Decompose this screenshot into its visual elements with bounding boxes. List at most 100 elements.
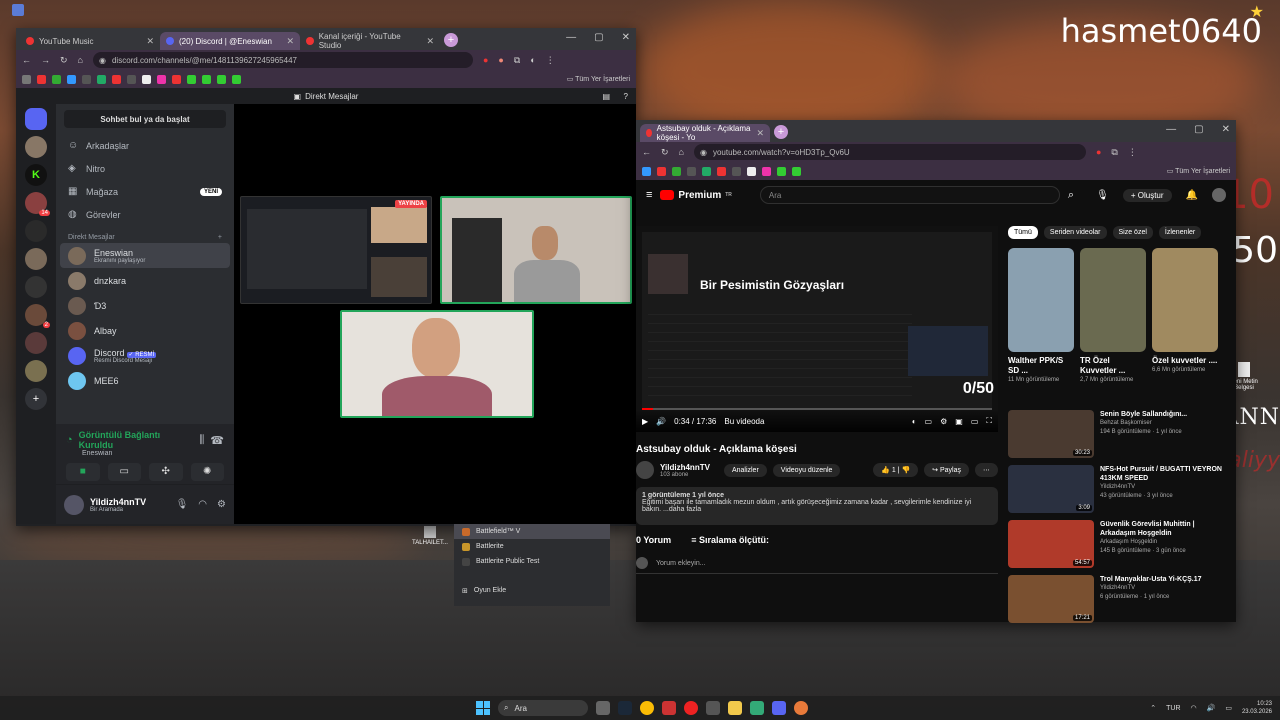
more-options-button[interactable]: ⋯ <box>975 463 998 477</box>
new-tab-button[interactable]: + <box>444 33 458 47</box>
back-icon[interactable]: ← <box>642 147 651 157</box>
extensions-puzzle-icon[interactable]: ⧉ <box>514 55 520 66</box>
chip-for-you[interactable]: Size özel <box>1112 226 1153 239</box>
game-item-battlefield-v[interactable]: Battlefield™ V <box>454 524 610 539</box>
back-icon[interactable]: ← <box>22 55 31 65</box>
settings-gear-icon[interactable]: ⚙ <box>940 417 947 426</box>
url-field[interactable]: ◉ discord.com/channels/@me/1481139627245… <box>92 52 473 68</box>
bookmarks-folder[interactable]: ▭ Tüm Yer İşaretleri <box>567 75 630 83</box>
bookmark-icon[interactable] <box>792 166 801 176</box>
bookmark-icon[interactable] <box>687 166 696 176</box>
dm-item-albay[interactable]: Albay <box>60 318 230 343</box>
desktop-icon-tal[interactable]: TALHAILET... <box>412 526 448 546</box>
analytics-button[interactable]: Analizler <box>723 463 767 477</box>
bookmark-icon[interactable] <box>172 74 181 84</box>
server-icon[interactable] <box>25 136 47 158</box>
kick-server-icon[interactable]: K <box>25 164 47 186</box>
app-icon[interactable] <box>706 701 720 715</box>
short-item[interactable]: Walther PPK/S SD ... 11 Mn görüntüleme <box>1008 248 1074 384</box>
bookmark-icon[interactable] <box>777 166 786 176</box>
noise-suppression-icon[interactable]: ⫼ <box>199 434 204 447</box>
profile-avatar[interactable]: ◐ <box>530 55 535 65</box>
fullscreen-icon[interactable]: ⛶ <box>986 416 992 426</box>
tab-youtube-music[interactable]: YouTube Music ✕ <box>20 32 160 50</box>
bookmark-icon[interactable] <box>217 74 226 84</box>
server-icon[interactable] <box>25 220 47 242</box>
bookmark-icon[interactable] <box>732 166 741 176</box>
close-window-icon[interactable]: ✕ <box>622 32 630 43</box>
search-icon[interactable]: ⌕ <box>1068 189 1074 202</box>
bookmark-icon[interactable] <box>657 166 666 176</box>
soundboard-button[interactable]: ✺ <box>190 463 224 481</box>
language-indicator[interactable]: TUR <box>1166 705 1180 712</box>
bookmarks-folder[interactable]: ▭ Tüm Yer İşaretleri <box>1167 167 1230 175</box>
screen-share-stream[interactable]: YAYINDA <box>240 196 432 304</box>
settings-gear-icon[interactable]: ⚙ <box>217 499 226 510</box>
server-icon[interactable] <box>25 276 47 298</box>
bookmark-icon[interactable] <box>82 74 91 84</box>
close-icon[interactable]: ✕ <box>146 36 154 47</box>
channel-name[interactable]: Yildizh4nnTV <box>660 463 710 472</box>
add-server-icon[interactable]: + <box>25 388 47 410</box>
menu-icon[interactable]: ⋮ <box>1128 147 1137 158</box>
discord-icon[interactable] <box>772 701 786 715</box>
battery-icon[interactable]: ▭ <box>1225 704 1232 712</box>
tab-youtube-video[interactable]: Astsubay olduk - Açıklama köşesi - Yo ✕ <box>640 124 770 142</box>
bookmark-icon[interactable] <box>97 74 106 84</box>
apps-icon[interactable] <box>22 74 31 84</box>
share-button[interactable]: ↪ Paylaş <box>924 463 969 477</box>
edit-video-button[interactable]: Videoyu düzenle <box>772 463 841 477</box>
discord-home-icon[interactable] <box>25 108 47 130</box>
server-icon[interactable] <box>25 332 47 354</box>
url-field[interactable]: ◉ youtube.com/watch?v=oHD3Tp_Qv6U <box>693 144 1086 160</box>
subtitles-icon[interactable]: ▭ <box>925 417 933 426</box>
play-icon[interactable]: ▶ <box>642 417 648 426</box>
reload-icon[interactable]: ↻ <box>60 55 68 66</box>
tab-youtube-studio[interactable]: Kanal içeriği - YouTube Studio ✕ <box>300 32 440 50</box>
activities-button[interactable]: ✣ <box>149 463 183 481</box>
find-conversation-button[interactable]: Sohbet bul ya da başlat <box>64 110 226 128</box>
home-icon[interactable]: ⌂ <box>679 147 684 157</box>
chip-all[interactable]: Tümü <box>1008 226 1038 239</box>
help-icon[interactable]: ? <box>624 92 628 101</box>
chip-series[interactable]: Seriden videolar <box>1043 226 1107 239</box>
bookmark-icon[interactable] <box>762 166 771 176</box>
add-dm-icon[interactable]: + <box>218 234 222 241</box>
webcam-stream-self[interactable] <box>340 310 534 418</box>
dislike-icon[interactable]: 👎 <box>901 467 910 474</box>
desktop-app-icon[interactable] <box>12 4 24 16</box>
webcam-stream-eneswian[interactable] <box>440 196 632 304</box>
server-icon[interactable] <box>25 248 47 270</box>
theater-icon[interactable]: ▭ <box>971 417 979 426</box>
taskbar-search[interactable]: ⌕ Ara <box>498 700 588 716</box>
user-avatar[interactable] <box>64 494 84 515</box>
server-icon[interactable]: 14 <box>25 192 50 216</box>
like-button[interactable]: 👍 1 | 👎 <box>873 463 919 477</box>
chrome-icon[interactable] <box>640 701 654 715</box>
recommended-video[interactable]: 17:21 Trol Manyaklar-Usta Yi-KÇŞ.17 Yild… <box>1008 575 1228 629</box>
close-icon[interactable]: ✕ <box>756 128 764 139</box>
bookmark-icon[interactable] <box>187 74 196 84</box>
create-button[interactable]: + Oluştur <box>1122 188 1172 202</box>
disconnect-icon[interactable]: ☎ <box>210 434 224 447</box>
bookmark-icon[interactable] <box>142 74 151 84</box>
headphones-icon[interactable]: ◠ <box>198 499 207 510</box>
minimize-icon[interactable]: — <box>1166 124 1176 135</box>
chrome-profile-icon[interactable] <box>794 701 808 715</box>
maximize-icon[interactable]: ▢ <box>594 32 603 43</box>
short-item[interactable]: Özel kuvvetler .... 6,6 Mn görüntüleme <box>1152 248 1218 384</box>
recommended-video[interactable]: 3:09 NFS-Hot Pursuit / BUGATTI VEYRON 41… <box>1008 465 1228 519</box>
bookmark-icon[interactable] <box>672 166 681 176</box>
home-icon[interactable]: ⌂ <box>78 55 83 65</box>
channel-avatar[interactable] <box>636 461 654 479</box>
autoplay-toggle[interactable]: ◐ <box>912 417 917 426</box>
site-info-icon[interactable]: ◉ <box>700 148 707 157</box>
minimize-icon[interactable]: — <box>566 32 576 43</box>
steam-icon[interactable] <box>618 701 632 715</box>
wifi-icon[interactable]: ◠ <box>1191 704 1197 712</box>
dm-item-mee6[interactable]: MEE6 <box>60 368 230 393</box>
account-avatar[interactable] <box>1212 188 1226 202</box>
inbox-icon[interactable]: ▤ <box>602 92 610 101</box>
forward-icon[interactable]: → <box>41 55 50 65</box>
bookmark-icon[interactable] <box>717 166 726 176</box>
